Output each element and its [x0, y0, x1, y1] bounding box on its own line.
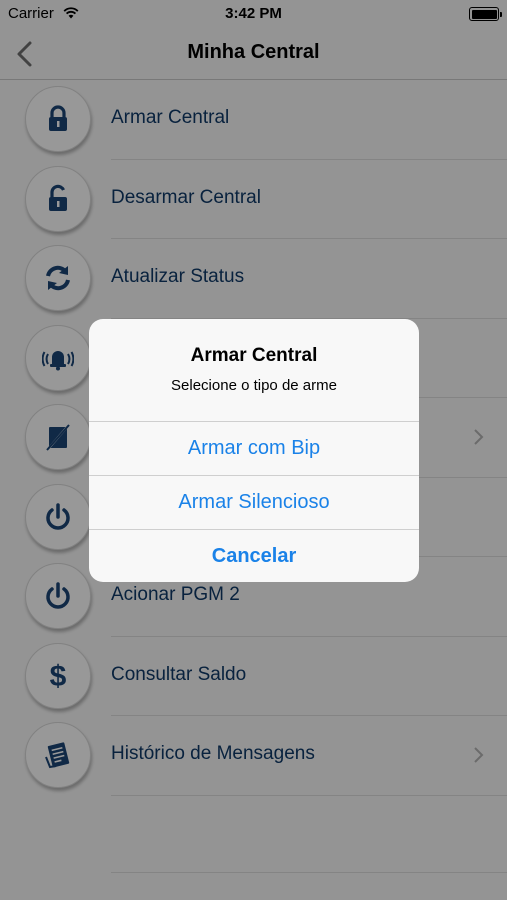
armar-silencioso-button[interactable]: Armar Silencioso: [89, 475, 419, 528]
alert-title: Armar Central: [190, 345, 318, 366]
alert-message: Selecione o tipo de arme: [171, 377, 337, 394]
alert-dialog: Armar Central Selecione o tipo de arme A…: [89, 319, 419, 582]
cancel-button[interactable]: Cancelar: [89, 529, 419, 582]
armar-com-bip-button[interactable]: Armar com Bip: [89, 421, 419, 474]
